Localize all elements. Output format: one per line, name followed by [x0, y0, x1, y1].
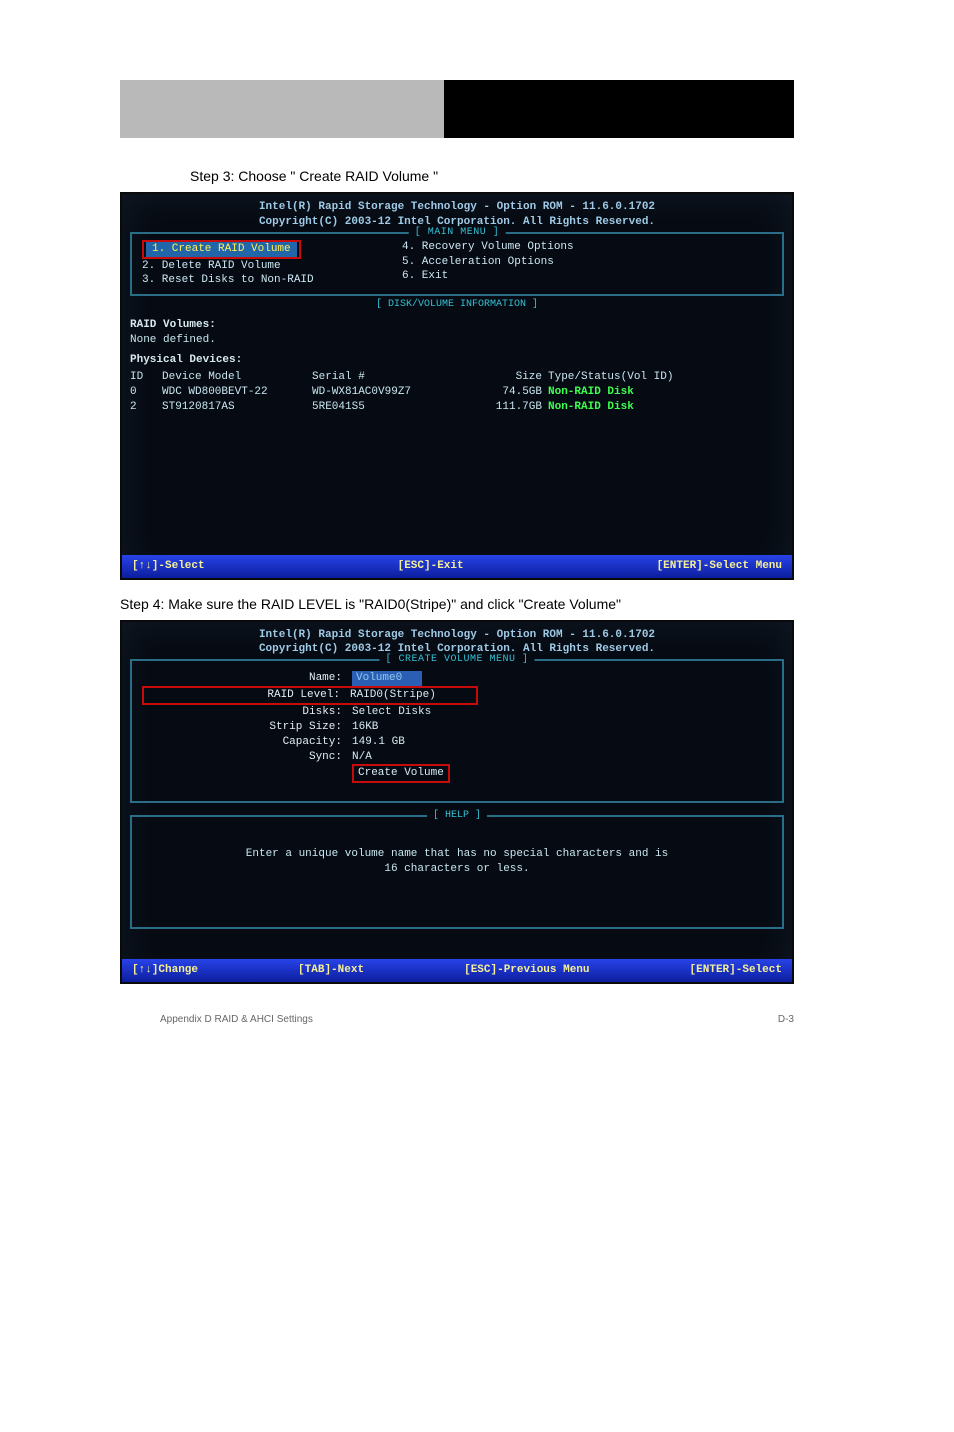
col-id: ID [130, 370, 162, 385]
none-defined: None defined. [130, 333, 784, 348]
create-fields: Name: Volume0 RAID Level: RAID0(Stripe) … [142, 671, 772, 783]
sync-value: N/A [352, 750, 372, 765]
dev-model: WDC WD800BEVT-22 [162, 385, 312, 400]
step3-instruction: Step 3: Choose " Create RAID Volume " [190, 168, 894, 184]
footer-prev: [ESC]-Previous Menu [464, 963, 589, 978]
menu-left-col: 1. Create RAID Volume 2. Delete RAID Vol… [142, 240, 362, 289]
device-table: ID Device Model Serial # Size Type/Statu… [130, 370, 784, 415]
main-menu-label: [ MAIN MENU ] [409, 226, 506, 240]
step4-instruction: Step 4: Make sure the RAID LEVEL is "RAI… [120, 596, 894, 612]
create-volume-button[interactable]: Create Volume [352, 764, 450, 783]
col-size: Size [462, 370, 548, 385]
help-text-line2: 16 characters or less. [152, 862, 762, 877]
bios-screenshot-main-menu: Intel(R) Rapid Storage Technology - Opti… [120, 192, 794, 580]
dev-size: 111.7GB [462, 400, 548, 415]
dev-status: Non-RAID Disk [548, 400, 784, 415]
step3-prefix: Step 3: Choose " [190, 168, 295, 184]
capacity-value[interactable]: 149.1 GB [352, 735, 405, 750]
bios-screenshot-create-volume: Intel(R) Rapid Storage Technology - Opti… [120, 620, 794, 984]
disks-label: Disks: [142, 705, 352, 720]
disk-info-label: [ DISK/VOLUME INFORMATION ] [130, 298, 784, 312]
strip-value[interactable]: 16KB [352, 720, 378, 735]
step3-option: Create RAID Volume [299, 168, 429, 184]
sync-label: Sync: [142, 750, 352, 765]
field-sync: Sync: N/A [142, 750, 772, 765]
create-volume-frame: [ CREATE VOLUME MENU ] Name: Volume0 RAI… [130, 659, 784, 803]
bios-title-line1: Intel(R) Rapid Storage Technology - Opti… [130, 200, 784, 215]
device-row: 2 ST9120817AS 5RE041S5 111.7GB Non-RAID … [130, 400, 784, 415]
bios2-title-line1: Intel(R) Rapid Storage Technology - Opti… [130, 628, 784, 643]
field-capacity: Capacity: 149.1 GB [142, 735, 772, 750]
dev-status: Non-RAID Disk [548, 385, 784, 400]
footer-exit: [ESC]-Exit [398, 559, 464, 574]
device-row: 0 WDC WD800BEVT-22 WD-WX81AC0V99Z7 74.5G… [130, 385, 784, 400]
main-menu-frame: [ MAIN MENU ] 1. Create RAID Volume 2. D… [130, 232, 784, 297]
col-model: Device Model [162, 370, 312, 385]
dev-size: 74.5GB [462, 385, 548, 400]
device-header-row: ID Device Model Serial # Size Type/Statu… [130, 370, 784, 385]
header-black-block [444, 80, 794, 138]
header-gray-block [120, 80, 444, 138]
page-footer: Appendix D RAID & AHCI Settings D-3 [160, 1014, 794, 1025]
footer-change: [↑↓]Change [132, 963, 198, 978]
menu-item-acceleration[interactable]: 5. Acceleration Options [402, 255, 622, 270]
footer-menu: [ENTER]-Select Menu [657, 559, 782, 574]
document-page: Step 3: Choose " Create RAID Volume " In… [0, 0, 954, 1065]
footer-sel: [ENTER]-Select [690, 963, 782, 978]
spacer [130, 415, 784, 525]
field-name: Name: Volume0 [142, 671, 772, 686]
field-raid-level: RAID Level: RAID0(Stripe) [142, 686, 772, 705]
help-label: [ HELP ] [427, 809, 487, 823]
create-volume-label: [ CREATE VOLUME MENU ] [379, 653, 534, 667]
dev-model: ST9120817AS [162, 400, 312, 415]
dev-serial: 5RE041S5 [312, 400, 462, 415]
name-input[interactable]: Volume0 [352, 671, 422, 686]
disks-value[interactable]: Select Disks [352, 705, 431, 720]
bios1-footer-bar: [↑↓]-Select [ESC]-Exit [ENTER]-Select Me… [122, 555, 792, 578]
capacity-label: Capacity: [142, 735, 352, 750]
menu-item-delete-raid[interactable]: 2. Delete RAID Volume [142, 259, 362, 274]
dev-id: 2 [130, 400, 162, 415]
name-label: Name: [142, 671, 352, 686]
footer-left: Appendix D RAID & AHCI Settings [160, 1014, 313, 1025]
page-header-bar [120, 80, 794, 138]
bios2-footer-bar: [↑↓]Change [TAB]-Next [ESC]-Previous Men… [122, 959, 792, 982]
help-frame: [ HELP ] Enter a unique volume name that… [130, 815, 784, 929]
field-create-volume: Create Volume [142, 764, 772, 783]
menu-item-reset-disks[interactable]: 3. Reset Disks to Non-RAID [142, 273, 362, 288]
col-serial: Serial # [312, 370, 462, 385]
menu-right-col: 4. Recovery Volume Options 5. Accelerati… [402, 240, 622, 289]
field-strip-size: Strip Size: 16KB [142, 720, 772, 735]
raid-level-value[interactable]: RAID0(Stripe) [350, 688, 476, 703]
strip-label: Strip Size: [142, 720, 352, 735]
menu-item-create-raid[interactable]: 1. Create RAID Volume [142, 240, 362, 259]
footer-select: [↑↓]-Select [132, 559, 205, 574]
field-disks: Disks: Select Disks [142, 705, 772, 720]
menu-item-recovery[interactable]: 4. Recovery Volume Options [402, 240, 622, 255]
menu-columns: 1. Create RAID Volume 2. Delete RAID Vol… [142, 240, 772, 289]
col-type: Type/Status(Vol ID) [548, 370, 784, 385]
menu-item-exit[interactable]: 6. Exit [402, 269, 622, 284]
footer-next: [TAB]-Next [298, 963, 364, 978]
dev-id: 0 [130, 385, 162, 400]
raid-volumes-label: RAID Volumes: [130, 318, 784, 333]
help-text-line1: Enter a unique volume name that has no s… [152, 847, 762, 862]
step3-suffix: " [433, 168, 438, 184]
physical-devices-label: Physical Devices: [130, 353, 784, 368]
footer-right: D-3 [778, 1014, 794, 1025]
dev-serial: WD-WX81AC0V99Z7 [312, 385, 462, 400]
raid-level-label: RAID Level: [144, 688, 350, 703]
